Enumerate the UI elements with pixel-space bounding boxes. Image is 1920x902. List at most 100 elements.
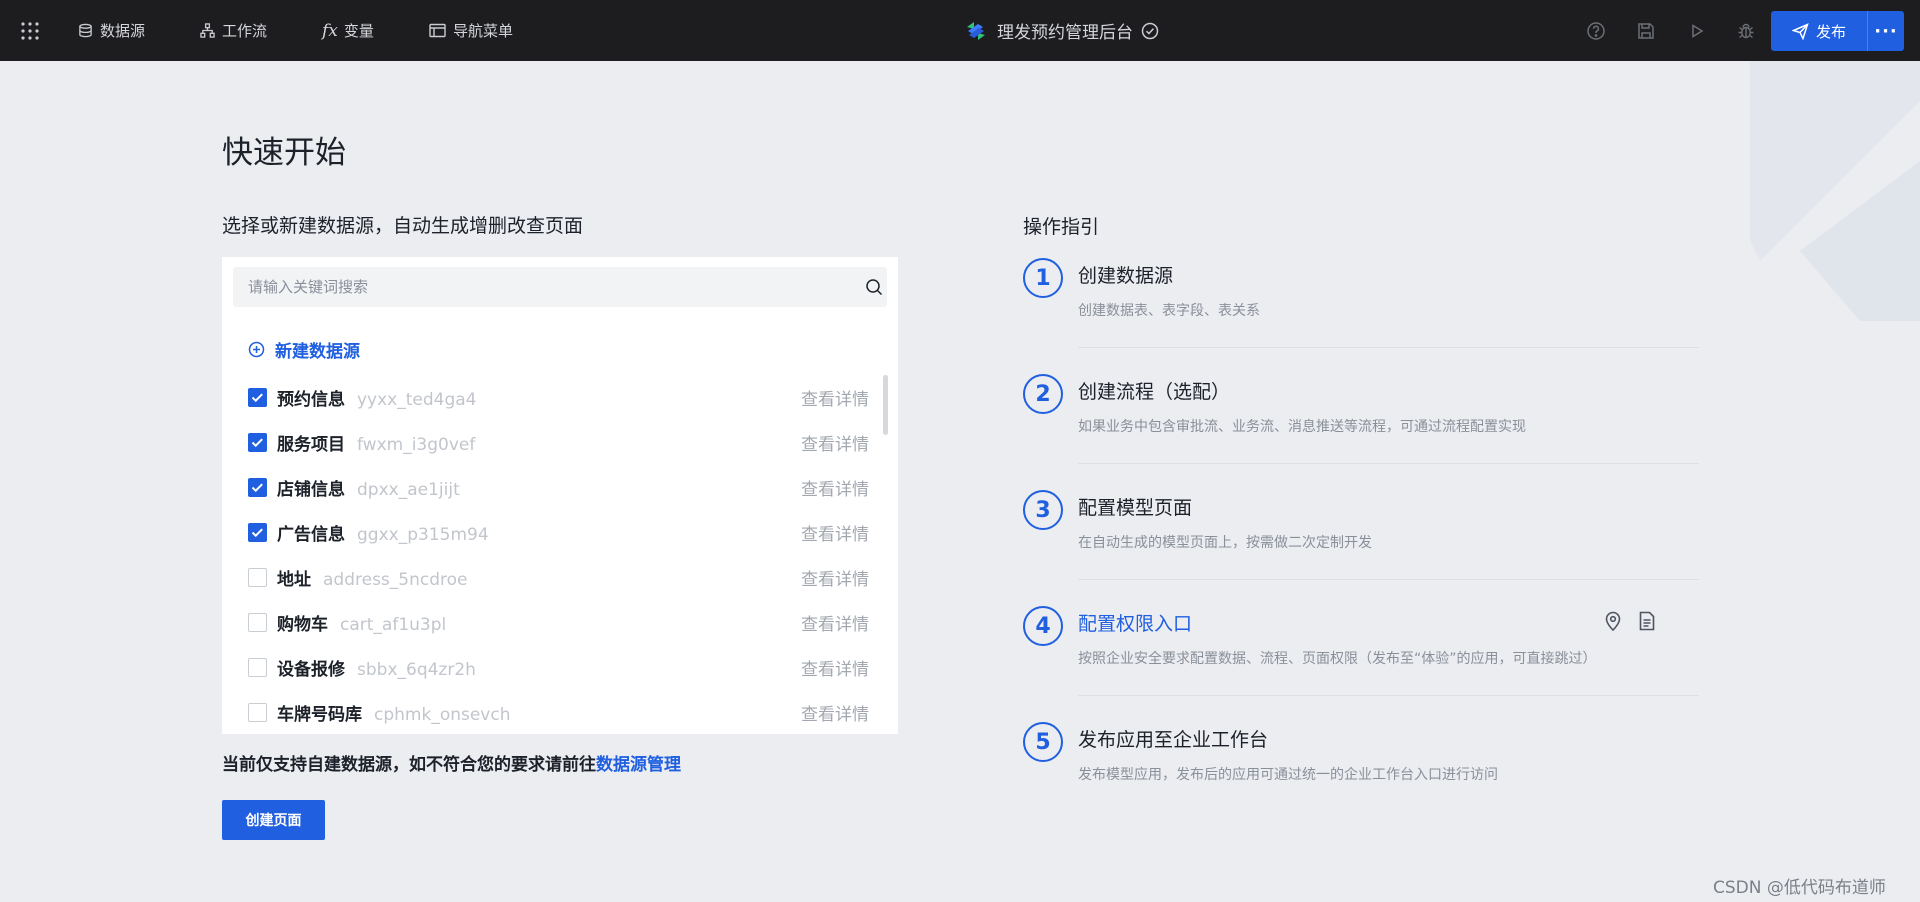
nav-workflow[interactable]: 工作流 <box>200 0 267 61</box>
step-description: 如果业务中包含审批流、业务流、消息推送等流程，可通过流程配置实现 <box>1078 419 1526 435</box>
publish-button[interactable]: 发布 <box>1771 11 1867 51</box>
checkbox-checked[interactable] <box>248 433 267 452</box>
list-item[interactable]: 设备报修 sbbx_6q4zr2h 查看详情 <box>222 645 898 690</box>
divider <box>1078 347 1699 348</box>
list-item[interactable]: 购物车 cart_af1u3pl 查看详情 <box>222 600 898 645</box>
datasource-section-heading: 选择或新建数据源，自动生成增删改查页面 <box>222 215 584 237</box>
function-icon: fx <box>322 20 338 41</box>
checkbox-unchecked[interactable] <box>248 658 267 677</box>
location-pin-icon[interactable] <box>1604 611 1622 631</box>
search-box <box>233 267 887 307</box>
new-datasource-button[interactable]: 新建数据源 <box>248 337 360 362</box>
checkbox-unchecked[interactable] <box>248 703 267 722</box>
play-icon[interactable] <box>1685 19 1709 43</box>
app-logo-icon <box>967 21 985 40</box>
app-grid-icon[interactable] <box>20 0 47 61</box>
guide-step-5: 5 发布应用至企业工作台 发布模型应用，发布后的应用可通过统一的企业工作台入口进… <box>1023 722 1699 838</box>
list-item[interactable]: 广告信息 ggxx_p315m94 查看详情 <box>222 510 898 555</box>
publish-button-label: 发布 <box>1815 22 1846 41</box>
document-icon[interactable] <box>1638 611 1656 631</box>
step-number-badge: 1 <box>1023 258 1063 298</box>
workflow-icon <box>200 23 215 38</box>
search-input[interactable] <box>233 267 843 307</box>
step-number-badge: 4 <box>1023 606 1063 646</box>
view-details-link[interactable]: 查看详情 <box>801 475 869 500</box>
datasource-code: sbbx_6q4zr2h <box>357 660 476 680</box>
view-details-link[interactable]: 查看详情 <box>801 385 869 410</box>
create-page-button[interactable]: 创建页面 <box>222 800 325 840</box>
notice-text: 当前仅支持自建数据源，如不符合您的要求请前往 <box>222 755 596 775</box>
datasource-name: 地址 <box>277 570 311 590</box>
guide-step-1: 1 创建数据源 创建数据表、表字段、表关系 <box>1023 258 1699 374</box>
list-scrollbar[interactable] <box>883 375 888 435</box>
nav-variables-label: 变量 <box>343 22 374 40</box>
datasource-notice: 当前仅支持自建数据源，如不符合您的要求请前往数据源管理 <box>222 750 681 775</box>
view-details-link[interactable]: 查看详情 <box>801 565 869 590</box>
nav-workflow-label: 工作流 <box>222 22 268 40</box>
nav-navigation-menu[interactable]: 导航菜单 <box>429 0 513 61</box>
list-item[interactable]: 预约信息 yyxx_ted4ga4 查看详情 <box>222 375 898 420</box>
step-description: 发布模型应用，发布后的应用可通过统一的企业工作台入口进行访问 <box>1078 767 1498 783</box>
view-details-link[interactable]: 查看详情 <box>801 430 869 455</box>
divider <box>1078 463 1699 464</box>
debug-bug-icon[interactable] <box>1734 19 1758 43</box>
list-item[interactable]: 服务项目 fwxm_i3g0vef 查看详情 <box>222 420 898 465</box>
view-details-link[interactable]: 查看详情 <box>801 700 869 725</box>
list-item[interactable]: 车牌号码库 cphmk_onsevch 查看详情 <box>222 690 898 734</box>
list-item[interactable]: 店铺信息 dpxx_ae1jijt 查看详情 <box>222 465 898 510</box>
datasource-code: cphmk_onsevch <box>374 705 511 725</box>
help-icon[interactable] <box>1584 19 1608 43</box>
step-title[interactable]: 发布应用至企业工作台 <box>1078 725 1268 752</box>
checkbox-unchecked[interactable] <box>248 568 267 587</box>
database-icon <box>79 23 92 38</box>
page-title: 快速开始 <box>222 135 346 171</box>
guide-step-4: 4 配置权限入口 按照企业安全要求配置数据、流程、页面权限（发布至“体验”的应用… <box>1023 606 1699 722</box>
step-title[interactable]: 配置模型页面 <box>1078 493 1192 520</box>
step-number-badge: 5 <box>1023 722 1063 762</box>
more-options-button[interactable]: ··· <box>1867 11 1904 51</box>
datasource-code: ggxx_p315m94 <box>357 525 489 545</box>
nav-variables[interactable]: fx 变量 <box>322 0 374 61</box>
guide-step-2: 2 创建流程（选配） 如果业务中包含审批流、业务流、消息推送等流程，可通过流程配… <box>1023 374 1699 490</box>
top-toolbar: 数据源 工作流 fx 变量 导航菜单 理发预约管理后台 发布 ··· <box>0 0 1920 61</box>
more-options-label: ··· <box>1874 20 1898 42</box>
nav-datasource[interactable]: 数据源 <box>78 0 145 61</box>
datasource-code: dpxx_ae1jijt <box>357 480 460 500</box>
step-title[interactable]: 创建流程（选配） <box>1078 377 1230 404</box>
view-details-link[interactable]: 查看详情 <box>801 655 869 680</box>
datasource-code: cart_af1u3pl <box>340 615 447 635</box>
datasource-name: 店铺信息 <box>277 480 345 500</box>
nav-navigation-menu-label: 导航菜单 <box>453 22 514 40</box>
datasource-name: 设备报修 <box>277 660 345 680</box>
checkbox-checked[interactable] <box>248 388 267 407</box>
checkbox-checked[interactable] <box>248 478 267 497</box>
datasource-panel: 新建数据源 预约信息 yyxx_ted4ga4 查看详情 服务项目 fwxm_i3g… <box>222 257 898 734</box>
plus-circle-icon <box>248 341 265 358</box>
step-title[interactable]: 配置权限入口 <box>1078 609 1192 636</box>
step-description: 在自动生成的模型页面上，按需做二次定制开发 <box>1078 535 1372 551</box>
search-icon[interactable] <box>865 278 883 296</box>
datasource-name: 预约信息 <box>277 390 345 410</box>
divider <box>1078 579 1699 580</box>
step-description: 按照企业安全要求配置数据、流程、页面权限（发布至“体验”的应用，可直接跳过） <box>1078 651 1597 667</box>
datasource-name: 购物车 <box>277 615 328 635</box>
window-icon <box>429 23 446 38</box>
datasource-name: 服务项目 <box>277 435 345 455</box>
view-details-link[interactable]: 查看详情 <box>801 520 869 545</box>
step-title[interactable]: 创建数据源 <box>1078 261 1173 288</box>
datasource-management-link[interactable]: 数据源管理 <box>596 755 681 775</box>
datasource-name: 广告信息 <box>277 525 345 545</box>
view-details-link[interactable]: 查看详情 <box>801 610 869 635</box>
checkbox-checked[interactable] <box>248 523 267 542</box>
guide-step-3: 3 配置模型页面 在自动生成的模型页面上，按需做二次定制开发 <box>1023 490 1699 606</box>
list-item[interactable]: 地址 address_5ncdroe 查看详情 <box>222 555 898 600</box>
save-icon[interactable] <box>1634 19 1658 43</box>
datasource-code: address_5ncdroe <box>323 570 468 590</box>
check-circle-icon <box>1141 22 1159 39</box>
checkbox-unchecked[interactable] <box>248 613 267 632</box>
app-title-text: 理发预约管理后台 <box>997 23 1133 43</box>
divider <box>1078 695 1699 696</box>
datasource-name: 车牌号码库 <box>277 705 362 725</box>
app-title[interactable]: 理发预约管理后台 <box>965 0 1159 61</box>
watermark: CSDN @低代码布道师 <box>1713 878 1886 898</box>
